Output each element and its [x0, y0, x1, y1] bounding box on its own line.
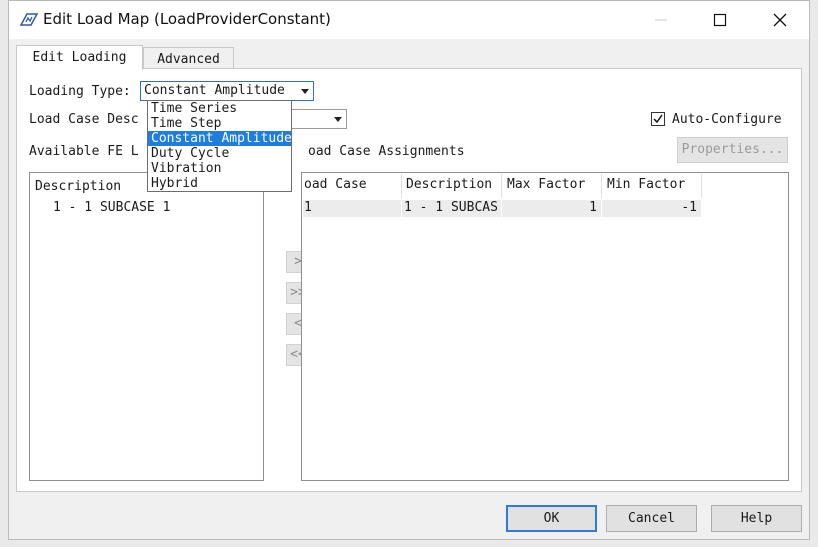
maximize-button[interactable]: [697, 5, 743, 35]
loading-type-value: Constant Amplitude: [144, 83, 285, 98]
cancel-button[interactable]: Cancel: [606, 505, 697, 532]
chevron-down-icon: [334, 117, 342, 122]
auto-configure-label: Auto-Configure: [672, 112, 782, 127]
table-cell-description[interactable]: 1 - 1 SUBCAS: [402, 200, 502, 217]
table-cell-min-factor[interactable]: -1: [602, 200, 702, 217]
edit-load-map-dialog: Edit Load Map (LoadProviderConstant) Edi…: [8, 0, 810, 540]
dropdown-option-hybrid[interactable]: Hybrid: [148, 176, 291, 191]
dropdown-option-vibration[interactable]: Vibration: [148, 161, 291, 176]
loading-type-dropdown-list[interactable]: Time Series Time Step Constant Amplitude…: [147, 100, 292, 192]
list-item[interactable]: 1 - 1 SUBCASE 1: [53, 200, 170, 215]
table-cell-load-case[interactable]: 1: [303, 200, 402, 217]
assignments-table[interactable]: oad Case Description Max Factor Min Fact…: [301, 172, 789, 481]
available-fe-loads-label: Available FE L: [29, 144, 139, 159]
loading-type-select[interactable]: Constant Amplitude: [140, 81, 314, 101]
window-title: Edit Load Map (LoadProviderConstant): [43, 10, 331, 28]
app-logo-icon: [19, 11, 39, 29]
auto-configure-checkbox[interactable]: [651, 112, 665, 126]
dropdown-option-constant-amplitude[interactable]: Constant Amplitude: [148, 131, 292, 146]
checkmark-icon: [653, 114, 663, 124]
edit-loading-panel: Loading Type: Constant Amplitude Load Ca…: [16, 68, 802, 492]
column-header-min-factor[interactable]: Min Factor: [607, 177, 685, 192]
available-loads-list[interactable]: Description 1 - 1 SUBCASE 1: [29, 172, 264, 481]
dropdown-option-duty-cycle[interactable]: Duty Cycle: [148, 146, 291, 161]
title-bar[interactable]: Edit Load Map (LoadProviderConstant): [9, 1, 809, 39]
dropdown-option-time-step[interactable]: Time Step: [148, 116, 291, 131]
minimize-icon: [655, 19, 667, 21]
table-cell-max-factor[interactable]: 1: [502, 200, 602, 217]
ok-button[interactable]: OK: [506, 505, 597, 532]
loading-type-label: Loading Type:: [29, 84, 131, 99]
tab-advanced[interactable]: Advanced: [143, 47, 234, 69]
column-header-max-factor[interactable]: Max Factor: [507, 177, 585, 192]
load-case-assignments-label: oad Case Assignments: [308, 144, 465, 159]
dropdown-option-time-series[interactable]: Time Series: [148, 101, 291, 116]
close-button[interactable]: [757, 5, 803, 35]
minimize-button[interactable]: [638, 5, 684, 35]
chevron-down-icon: [301, 89, 309, 94]
tab-edit-loading[interactable]: Edit Loading: [16, 45, 143, 70]
close-icon: [773, 13, 787, 27]
load-case-description-label: Load Case Desc: [29, 112, 139, 127]
properties-button[interactable]: Properties...: [677, 137, 788, 163]
column-header-load-case[interactable]: oad Case: [304, 177, 367, 192]
column-header-description[interactable]: Description: [406, 177, 492, 192]
column-divider: [401, 174, 402, 198]
available-list-header: Description: [35, 179, 122, 194]
column-divider: [501, 174, 502, 198]
maximize-icon: [713, 13, 727, 27]
column-divider: [701, 174, 702, 198]
column-divider: [601, 174, 602, 198]
help-button[interactable]: Help: [711, 505, 802, 532]
